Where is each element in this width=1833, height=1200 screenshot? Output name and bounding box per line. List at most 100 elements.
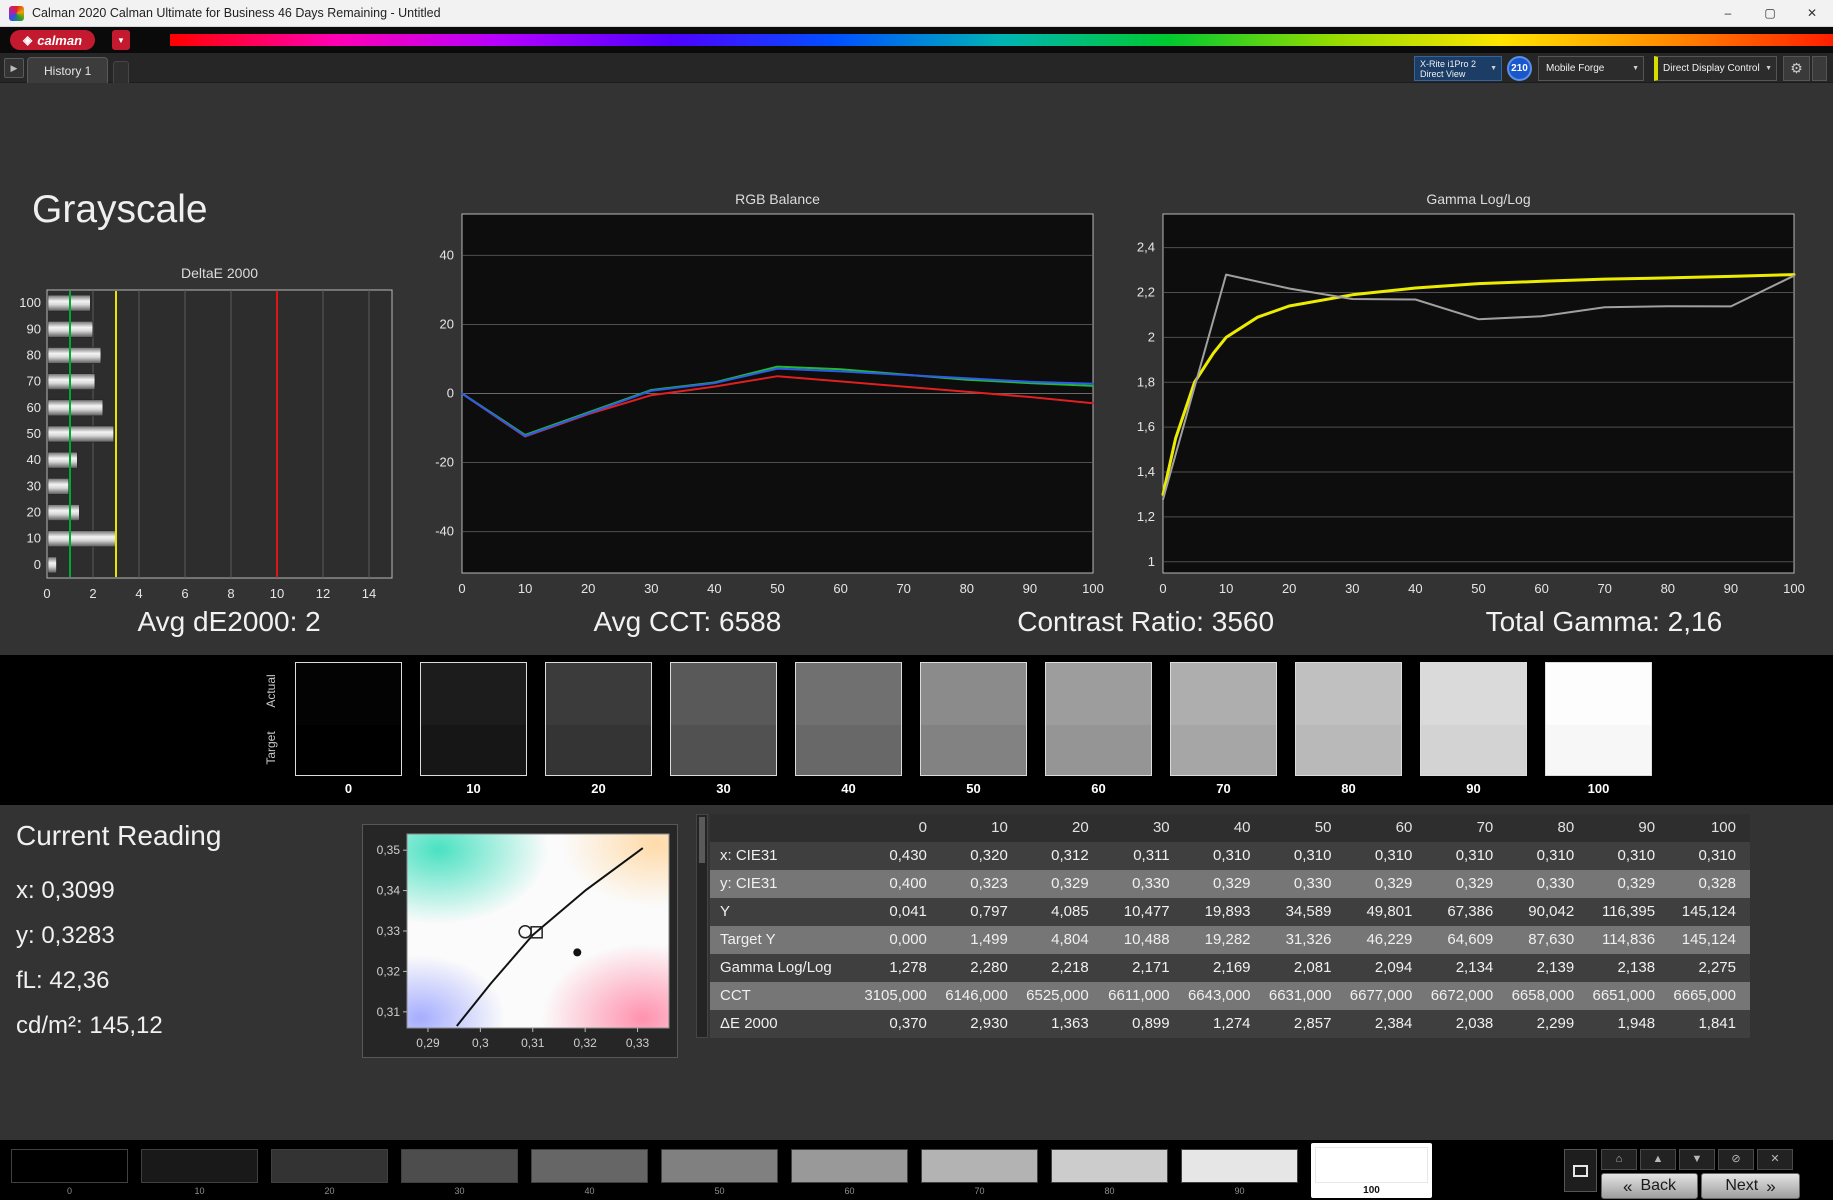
column-header: 30 [1152,819,1170,836]
grayscale-swatch-30: 30 [670,662,777,796]
cell-value: 0,797 [970,903,1008,920]
cell-value: 2,038 [1455,1015,1494,1032]
cell-value: 0,330 [1293,875,1332,892]
patch-window-toggle-button[interactable] [1564,1149,1597,1192]
swatch-target-color [546,724,651,775]
patch-button-30[interactable]: 30 [401,1149,518,1196]
tab-stub[interactable] [113,61,129,83]
patch-button-20[interactable]: 20 [271,1149,388,1196]
grayscale-swatch-80: 80 [1295,662,1402,796]
svg-text:70: 70 [27,374,41,389]
patch-swatch [531,1149,648,1183]
rgb-balance-chart: RGB Balance 40 20 0 -20 -40 0 10 20 30 40 50 60 70 80 9… [412,190,1112,610]
swatch-label: 30 [716,781,731,796]
patch-level-label: 90 [1234,1186,1245,1196]
patch-swatch [1315,1147,1428,1183]
display-dropdown[interactable]: Direct Display Control ▼ [1654,56,1777,81]
chevron-down-icon: ▼ [1765,65,1772,72]
grayscale-swatch-70: 70 [1170,662,1277,796]
svg-text:40: 40 [27,452,41,467]
swatch-box [420,662,527,776]
grayscale-swatch-100: 100 [1545,662,1652,796]
cell-value: 0,310 [1536,847,1575,864]
patch-swatch [661,1149,778,1183]
deltae-chart-svg: DeltaE 20000 2 4 6 8 10 12 14100908070605040302… [19,265,393,601]
calman-logo[interactable]: ◈ calman [10,30,96,50]
svg-text:90: 90 [1724,581,1738,596]
cell-value: 0,329 [1455,875,1494,892]
minimize-button[interactable]: – [1707,0,1749,26]
svg-text:14: 14 [362,586,376,601]
table-scrollbar[interactable] [696,814,708,1038]
page-title: Grayscale [32,188,208,231]
cell-value: 49,801 [1366,903,1413,920]
row-label: Y [720,903,731,920]
patch-up-button[interactable]: ▲ [1640,1149,1676,1170]
scrollbar-thumb[interactable] [699,817,705,863]
cell-value: 6631,000 [1268,987,1332,1004]
patch-down-button[interactable]: ▼ [1679,1149,1715,1170]
calman-window: Calman 2020 Calman Ultimate for Business… [0,0,1833,1200]
cell-value: 0,041 [889,903,927,920]
cell-value: 1,278 [889,959,927,976]
svg-text:0,33: 0,33 [626,1036,650,1050]
svg-text:0,29: 0,29 [416,1036,440,1050]
meter-status-badge[interactable]: 210 [1507,56,1532,81]
settings-button[interactable]: ⚙ [1783,56,1810,81]
back-button[interactable]: « Back [1601,1173,1698,1199]
tab-history-1[interactable]: History 1 [27,57,109,83]
swatch-label: 10 [466,781,481,796]
svg-text:10: 10 [518,581,532,596]
cell-value: 0,329 [1617,875,1656,892]
tab-scroll-button[interactable]: ▶ [4,58,24,78]
maximize-button[interactable]: ▢ [1749,0,1791,26]
svg-text:2,2: 2,2 [1137,285,1155,300]
patch-home-button[interactable]: ⌂ [1601,1149,1637,1170]
cell-value: 2,094 [1374,959,1413,976]
svg-text:1,2: 1,2 [1137,509,1155,524]
cell-value: 1,363 [1051,1015,1089,1032]
svg-text:20: 20 [440,316,454,331]
meter-dropdown[interactable]: X-Rite i1Pro 2 Direct View ▼ [1414,56,1502,81]
svg-text:1,4: 1,4 [1137,464,1155,479]
svg-text:0: 0 [34,557,41,572]
cell-value: 90,042 [1528,903,1575,920]
patch-button-100[interactable]: 100 [1311,1143,1432,1198]
cell-value: 0,312 [1051,847,1089,864]
patch-button-50[interactable]: 50 [661,1149,778,1196]
chevron-down-icon: ▼ [1490,65,1497,72]
grayscale-swatch-10: 10 [420,662,527,796]
cell-value: 6665,000 [1673,987,1736,1004]
close-button[interactable]: ✕ [1791,0,1833,26]
svg-text:2: 2 [1148,329,1155,344]
patch-button-60[interactable]: 60 [791,1149,908,1196]
grayscale-swatch-40: 40 [795,662,902,796]
cell-value: 67,386 [1447,903,1494,920]
patch-button-80[interactable]: 80 [1051,1149,1168,1196]
svg-text:-20: -20 [435,455,454,470]
column-header: 80 [1557,819,1575,836]
patch-button-40[interactable]: 40 [531,1149,648,1196]
patch-button-70[interactable]: 70 [921,1149,1038,1196]
patch-button-90[interactable]: 90 [1181,1149,1298,1196]
swatch-target-color [671,724,776,775]
patch-level-label: 50 [714,1186,725,1196]
next-button[interactable]: Next » [1701,1173,1800,1199]
logo-menu-button[interactable]: ▼ [112,30,130,50]
app-icon [9,5,24,21]
panel-collapse-button[interactable] [1812,56,1827,81]
patch-close-button[interactable]: ✕ [1757,1149,1793,1170]
patch-button-10[interactable]: 10 [141,1149,258,1196]
cell-value: 0,310 [1455,847,1494,864]
row-label: Target Y [720,931,776,948]
source-dropdown[interactable]: Mobile Forge ▼ [1538,56,1644,81]
row-label: CCT [720,987,751,1004]
patch-button-0[interactable]: 0 [11,1149,128,1196]
patch-swatch [1181,1149,1298,1183]
table-row: Target Y 0,000 1,499 4,804 10,488 19,282 31,32… [710,926,1750,954]
patch-disable-button[interactable]: ⊘ [1718,1149,1754,1170]
svg-text:20: 20 [27,505,41,520]
cell-value: 116,395 [1601,903,1656,920]
patch-level-label: 60 [844,1186,855,1196]
swatch-target-color [921,724,1026,775]
